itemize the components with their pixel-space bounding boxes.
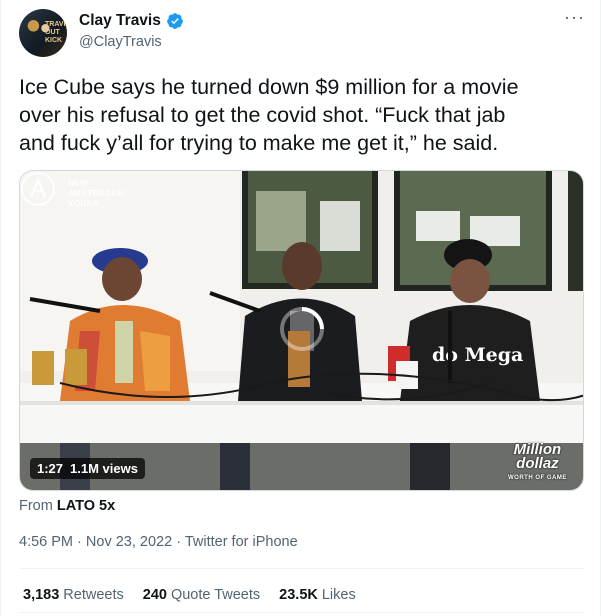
likes-count: 23.5K	[279, 587, 318, 603]
shirt-text: do Mega	[432, 344, 523, 366]
meta-separator-2: ·	[176, 534, 182, 550]
engagement-stats: 3,183 Retweets 240 Quote Tweets 23.5K Likes	[23, 587, 356, 603]
verified-badge-icon	[166, 13, 183, 29]
source-prefix: From	[19, 498, 53, 514]
avatar-text: TRAVIS OUT KICK	[45, 21, 67, 44]
retweets-stat[interactable]: 3,183 Retweets	[23, 587, 124, 603]
retweets-label: Retweets	[63, 587, 124, 603]
likes-stat[interactable]: 23.5K Likes	[279, 587, 356, 603]
retweets-count: 3,183	[23, 587, 60, 603]
video-source: From LATO 5x	[19, 498, 115, 514]
watermark-mid: dollaz	[516, 455, 559, 472]
video-duration: 1:27	[37, 461, 64, 476]
quote-tweets-count: 240	[142, 587, 167, 603]
quote-tweets-label: Quote Tweets	[170, 587, 261, 603]
video-info-badge: 1:27 1.1M views	[30, 458, 145, 479]
divider	[19, 568, 584, 569]
author-handle[interactable]: @ClayTravis	[79, 34, 162, 50]
video-frame: do Mega	[20, 171, 583, 490]
vodka-logo-icon	[21, 172, 55, 206]
video-watermark: Million dollaz WORTH OF GAME	[508, 442, 567, 485]
tweet-card: TRAVIS OUT KICK Clay Travis @ClayTravis …	[0, 0, 601, 616]
likes-label: Likes	[321, 587, 356, 603]
more-options-button[interactable]: ···	[564, 8, 585, 26]
brand-text: NEW AMSTERDAM VODKA	[68, 179, 125, 208]
video-player[interactable]: do Mega NEW AMSTERDAM VODKA 1:27 1.1M vi…	[19, 170, 584, 491]
watermark-sub: WORTH OF GAME	[508, 475, 567, 481]
meta-separator: ·	[77, 534, 82, 550]
tweet-time[interactable]: 4:56 PM	[19, 534, 73, 550]
tweet-metadata: 4:56 PM · Nov 23, 2022 · Twitter for iPh…	[19, 534, 298, 550]
author-name-row: Clay Travis	[79, 12, 184, 30]
tweet-client: Twitter for iPhone	[184, 534, 298, 550]
tweet-text: Ice Cube says he turned down $9 million …	[19, 75, 519, 155]
avatar[interactable]: TRAVIS OUT KICK	[19, 9, 67, 57]
quote-tweets-stat[interactable]: 240 Quote Tweets	[143, 587, 260, 603]
video-views: 1.1M views	[70, 461, 138, 476]
tweet-date[interactable]: Nov 23, 2022	[86, 534, 172, 550]
source-account-link[interactable]: LATO 5x	[57, 498, 115, 514]
author-name[interactable]: Clay Travis	[79, 12, 161, 30]
divider-bottom	[19, 612, 584, 613]
